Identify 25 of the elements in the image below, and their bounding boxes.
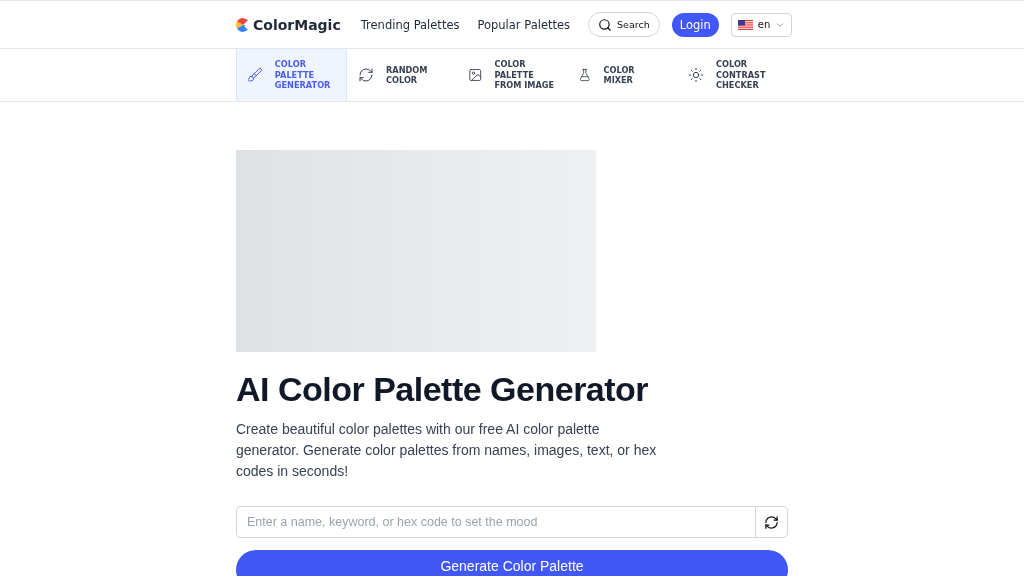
generate-button[interactable]: Generate Color Palette xyxy=(236,550,788,576)
sun-icon xyxy=(688,67,704,83)
tool-tab[interactable]: RANDOM COLOR xyxy=(347,49,457,101)
image-icon xyxy=(468,67,483,83)
flask-icon xyxy=(578,67,592,83)
tool-tab[interactable]: COLOR MIXER xyxy=(567,49,677,101)
refresh-icon xyxy=(358,67,374,83)
nav-link[interactable]: Trending Palettes xyxy=(360,17,460,32)
page-description: Create beautiful color palettes with our free AI color palette generator. Generate color palettes from names, images, text, or hex codes in seconds! xyxy=(236,420,658,481)
tool-tab[interactable]: COLOR CONTRAST CHECKER xyxy=(677,49,787,101)
language-button[interactable]: en xyxy=(730,12,793,37)
brush-icon xyxy=(247,67,263,83)
brand-logo[interactable]: ColorMagic xyxy=(236,16,341,33)
login-button[interactable]: Login xyxy=(671,12,719,37)
prompt-field[interactable]: Enter a name, keyword, or hex code to set the mood xyxy=(236,506,755,538)
page-title: AI Color Palette Generator xyxy=(236,370,650,409)
search-icon xyxy=(598,17,613,32)
refresh-icon xyxy=(764,514,779,530)
logo-icon xyxy=(236,17,250,32)
search-button[interactable]: Search xyxy=(588,12,660,37)
refresh-button[interactable] xyxy=(755,506,788,538)
flag-icon xyxy=(737,19,753,30)
nav-link[interactable]: Popular Palettes xyxy=(477,17,571,32)
tool-tab[interactable]: COLOR PALETTE GENERATOR xyxy=(236,49,347,101)
tool-tab[interactable]: COLOR PALETTE FROM IMAGE xyxy=(457,49,567,101)
